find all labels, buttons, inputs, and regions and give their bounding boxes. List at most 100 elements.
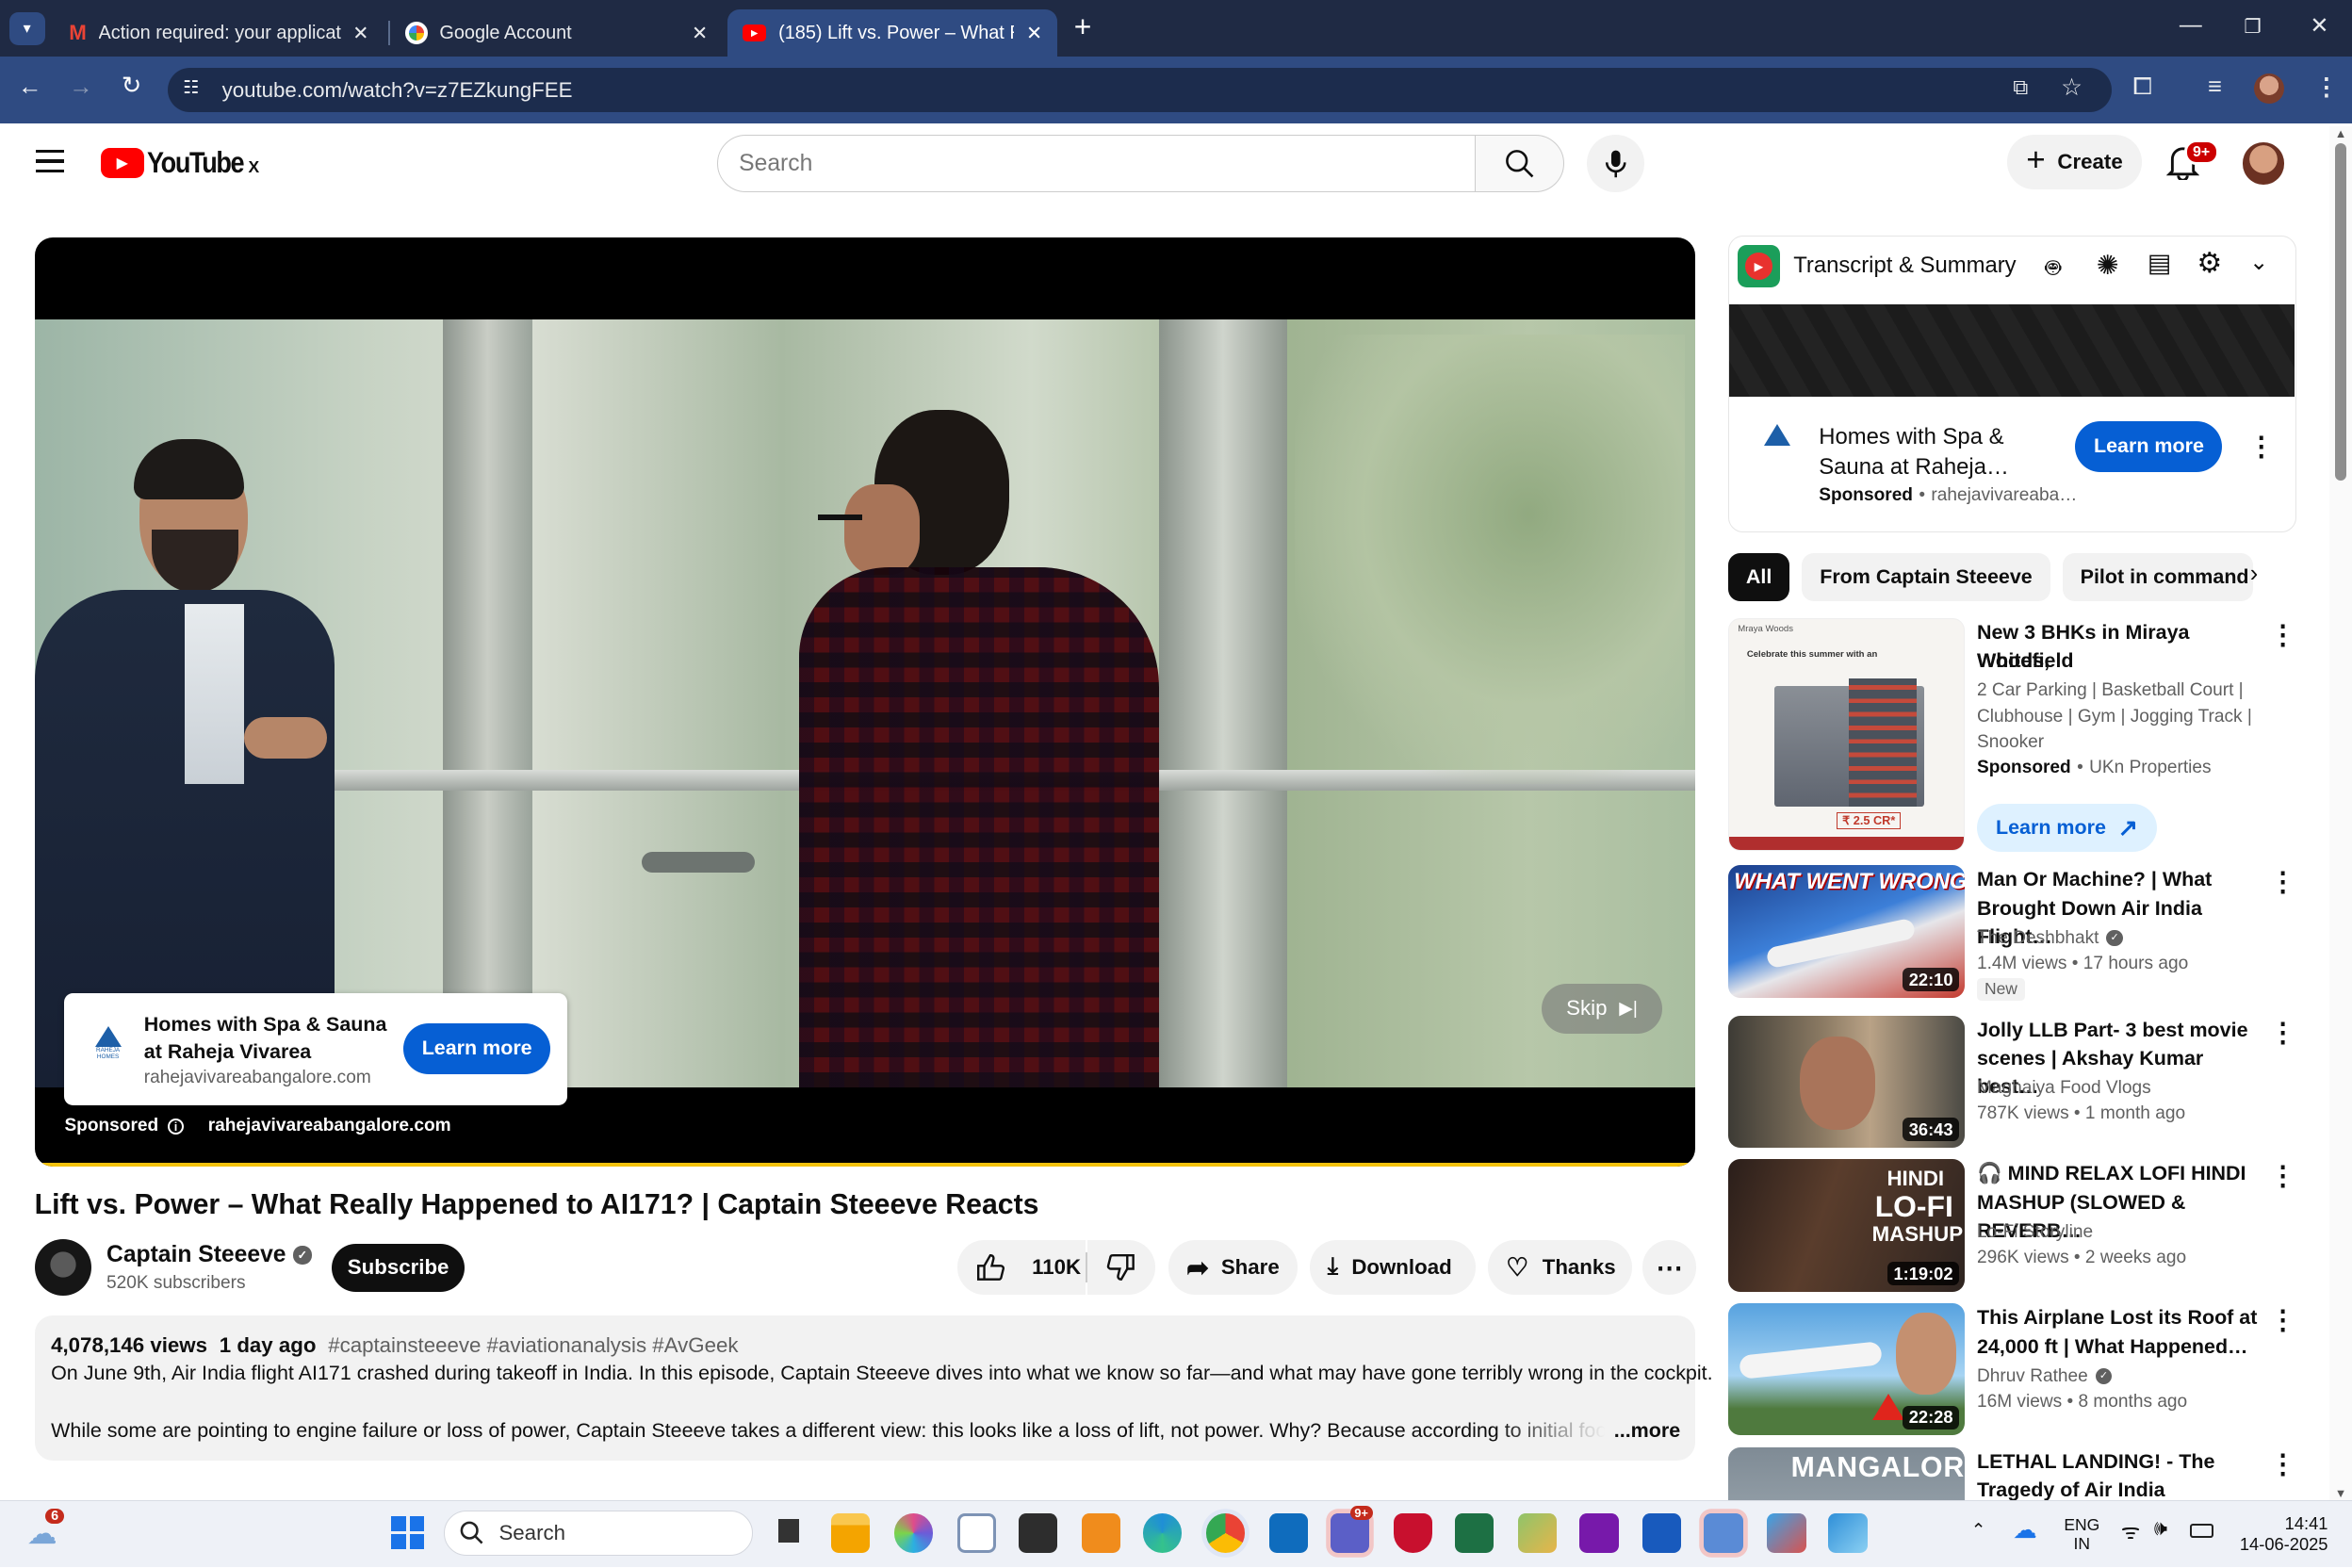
url-text[interactable]: youtube.com/watch?v=z7EZkungFEE [222, 78, 573, 103]
rec-menu-icon[interactable]: ⋮ [2269, 1303, 2296, 1336]
dislike-button[interactable] [1087, 1240, 1155, 1295]
site-info-icon[interactable]: ☷ [183, 76, 199, 99]
excel-icon[interactable] [1455, 1513, 1494, 1553]
channel-avatar[interactable] [34, 1238, 92, 1297]
rec-title-line[interactable]: This Airplane Lost its Roof at [1977, 1303, 2262, 1331]
language-indicator[interactable]: ENG IN [2064, 1515, 2099, 1554]
settings-gear-icon[interactable]: ⚙ [2197, 247, 2222, 280]
wifi-icon[interactable]: ᯤ [2121, 1516, 2140, 1545]
hashtags[interactable]: #captainsteeeve #aviationanalysis #AvGee… [328, 1333, 738, 1358]
photos-icon[interactable] [1828, 1513, 1868, 1553]
recommended-video[interactable]: 22:28 This Airplane Lost its Roof at 24,… [1727, 1303, 2298, 1436]
page-scrollbar[interactable]: ▲ ▼ [2329, 125, 2352, 1500]
subscribe-button[interactable]: Subscribe [331, 1243, 466, 1292]
recommended-video[interactable]: HINDI LO-FI MASHUP 1:19:02 🎧 MIND RELAX … [1727, 1159, 2298, 1292]
rec-thumbnail[interactable]: HINDI LO-FI MASHUP 1:19:02 [1727, 1159, 1966, 1292]
chevron-down-icon[interactable]: ⌄ [2249, 249, 2268, 276]
forward-icon[interactable]: → [69, 74, 92, 101]
scrollbar-thumb[interactable] [2334, 142, 2347, 482]
rec-thumbnail[interactable]: 36:43 [1727, 1015, 1966, 1148]
reload-icon[interactable]: ↻ [122, 72, 141, 100]
install-app-icon[interactable]: ⧉ [2013, 75, 2028, 100]
word-icon[interactable] [1642, 1513, 1682, 1553]
close-tab-icon[interactable]: ✕ [1026, 22, 1042, 45]
file-explorer-icon[interactable] [830, 1513, 871, 1553]
new-tab-button[interactable]: + [1074, 9, 1092, 44]
window-app-icon[interactable] [956, 1513, 996, 1553]
rec-title-line[interactable]: Whitefield [1977, 646, 2262, 675]
outlook-icon[interactable] [1268, 1513, 1309, 1553]
recommended-video[interactable]: WHAT WENT WRONG? 22:10 Man Or Machine? |… [1727, 865, 2298, 1001]
rec-title-line[interactable]: Man Or Machine? | What [1977, 865, 2262, 893]
snipping-tool-icon[interactable] [1767, 1513, 1806, 1553]
close-tab-icon[interactable]: ✕ [352, 22, 368, 45]
rec-thumbnail[interactable]: MANGALORE [1727, 1447, 1966, 1500]
rec-title-line[interactable]: 🎧 MIND RELAX LOFI HINDI [1977, 1159, 2262, 1187]
back-icon[interactable]: ← [18, 74, 41, 101]
onedrive-icon[interactable]: ☁ [2013, 1516, 2036, 1544]
taskbar-search-box[interactable]: Search [444, 1510, 754, 1556]
rec-channel[interactable]: The Deshbhakt ✓ [1977, 925, 2262, 951]
extensions-icon[interactable]: ⧠ [2133, 74, 2152, 102]
tab-search-button[interactable]: ▾ [8, 11, 45, 45]
chip-pilot-in-command[interactable]: Pilot in command [2062, 553, 2253, 602]
media-control-icon[interactable]: ≡ [2208, 74, 2222, 101]
task-view-icon[interactable] [769, 1513, 808, 1553]
rec-menu-icon[interactable]: ⋮ [2269, 865, 2296, 898]
like-button[interactable]: 110K [956, 1240, 1086, 1295]
teams-icon[interactable]: 9+ [1330, 1506, 1373, 1553]
chips-next-icon[interactable]: › [2250, 561, 2258, 588]
onenote-icon[interactable] [1579, 1513, 1619, 1553]
bookmark-star-icon[interactable]: ☆ [2061, 74, 2082, 102]
overlay-ad-title[interactable]: Homes with Spa & Sauna at Raheja Vivarea [144, 1011, 392, 1067]
edge-icon[interactable] [1142, 1513, 1183, 1553]
rec-channel[interactable]: Dhruv Rathee ✓ [1977, 1364, 2262, 1389]
sidebar-ad-learn-more-button[interactable]: Learn more [2075, 420, 2223, 472]
more-actions-button[interactable]: ⋯ [1642, 1240, 1697, 1295]
rec-channel[interactable]: Lo-Fi Storyline [1977, 1219, 2262, 1245]
sponsored-recommendation[interactable]: Mraya Woods Celebrate this summer with a… [1727, 617, 2298, 853]
show-hidden-icons[interactable]: ⌃ [1971, 1519, 1986, 1542]
close-window-icon[interactable]: ✕ [2310, 12, 2328, 40]
volume-icon[interactable]: 🕪 [2154, 1516, 2167, 1541]
openai-icon[interactable]: ✺ [2097, 249, 2119, 282]
ad-progress-bar[interactable] [34, 1162, 1695, 1168]
thanks-button[interactable]: ♡ Thanks [1488, 1240, 1632, 1295]
account-avatar[interactable] [2242, 142, 2285, 185]
rec-menu-icon[interactable]: ⋮ [2269, 618, 2296, 651]
recommended-video[interactable]: MANGALORE LETHAL LANDING! - The Tragedy … [1727, 1447, 2298, 1500]
rec-menu-icon[interactable]: ⋮ [2269, 1159, 2296, 1192]
youtube-logo[interactable]: ▶ YouTube X [100, 145, 259, 180]
search-button[interactable] [1474, 135, 1565, 192]
video-player[interactable]: RAHEJA HOMES Homes with Spa & Sauna at R… [34, 237, 1695, 1168]
share-button[interactable]: ➦ Share [1168, 1240, 1298, 1295]
office-tool-icon[interactable] [1081, 1513, 1121, 1553]
notifications-button[interactable]: 9+ [2165, 139, 2219, 183]
robot-icon[interactable]: 🤖︎ [2046, 250, 2061, 286]
minimize-icon[interactable]: — [2180, 12, 2202, 39]
sidebar-ad-menu-icon[interactable]: ⋮ [2248, 430, 2276, 463]
rec-title-line[interactable]: Tragedy of Air India Express… [1977, 1476, 2262, 1499]
sponsored-domain[interactable]: rahejavivareabangalore.com [208, 1116, 451, 1136]
m365-icon[interactable] [893, 1513, 934, 1553]
chrome-icon[interactable] [1205, 1513, 1246, 1553]
rec-thumbnail[interactable]: WHAT WENT WRONG? 22:10 [1727, 865, 1966, 998]
create-button[interactable]: + Create [2006, 135, 2143, 189]
remote-desktop-icon[interactable] [1704, 1513, 1743, 1553]
browser-menu-icon[interactable]: ⋮ [2314, 74, 2338, 102]
rec-channel[interactable]: Maghaiya Food Vlogs [1977, 1075, 2262, 1101]
rec-learn-more-button[interactable]: Learn more ↗ [1976, 804, 2157, 853]
rec-title-line[interactable]: 24,000 ft | What Happened… [1977, 1332, 2262, 1361]
overlay-ad-card[interactable]: RAHEJA HOMES Homes with Spa & Sauna at R… [64, 992, 567, 1106]
scroll-down-icon[interactable]: ▼ [2329, 1486, 2352, 1500]
sidebar-ad-title[interactable]: Homes with Spa & [1819, 424, 2003, 450]
terminal-icon[interactable] [1018, 1513, 1058, 1553]
transcript-icon[interactable]: ▤ [2148, 249, 2172, 278]
close-tab-icon[interactable]: ✕ [692, 22, 708, 45]
start-button[interactable] [391, 1516, 425, 1550]
tab-youtube[interactable]: ▶ (185) Lift vs. Power – What Reall ✕ [727, 8, 1058, 57]
recommended-video[interactable]: 36:43 Jolly LLB Part- 3 best movie scene… [1727, 1015, 2298, 1148]
sidebar-ad-title[interactable]: Sauna at Raheja… [1819, 454, 2009, 481]
download-button[interactable]: ⤓ Download [1309, 1240, 1477, 1295]
rec-thumbnail[interactable]: 22:28 [1727, 1303, 1966, 1436]
